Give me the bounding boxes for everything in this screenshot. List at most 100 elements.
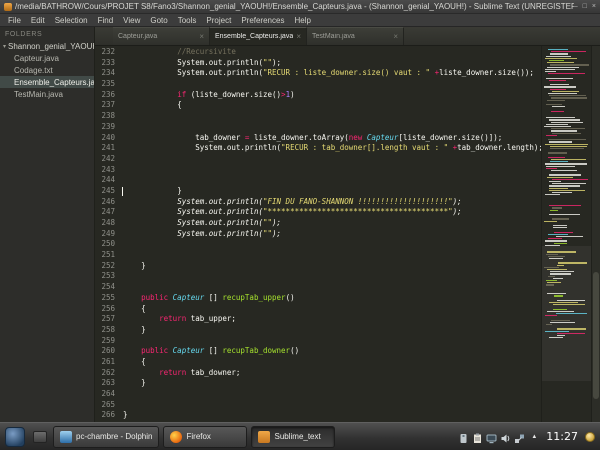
code-line[interactable]: 252 } (95, 261, 541, 272)
minimap-code-line (551, 159, 587, 160)
code-line[interactable]: 264 (95, 389, 541, 400)
menu-edit[interactable]: Edit (26, 16, 50, 25)
code-line[interactable]: 251 (95, 250, 541, 261)
editor: 232 //Recursivite233 System.out.println(… (95, 46, 600, 422)
tab-close-icon[interactable]: × (296, 32, 301, 41)
code-line[interactable]: 234 System.out.println("RECUR : liste_do… (95, 68, 541, 79)
code-line[interactable]: 235 (95, 79, 541, 90)
code-text: } (115, 186, 182, 197)
code-text (115, 111, 123, 122)
taskbar: pc-chambre - DolphinFirefoxSublime_text … (0, 422, 600, 450)
sidebar-item-codage-txt[interactable]: Codage.txt (0, 64, 94, 76)
code-line[interactable]: 258 } (95, 325, 541, 336)
show-desktop-button[interactable] (31, 426, 49, 448)
minimap-code-line (545, 69, 575, 70)
task-sublime-text[interactable]: Sublime_text (251, 426, 335, 448)
sidebar-root-folder[interactable]: ▾ Shannon_genial_YAOUH! (0, 41, 94, 52)
tray-icons (458, 431, 525, 442)
root-folder-label: Shannon_genial_YAOUH! (8, 42, 95, 51)
minimize-icon[interactable]: – (574, 3, 578, 11)
code-line[interactable]: 257 return tab_upper; (95, 314, 541, 325)
code-line[interactable]: 259 (95, 336, 541, 347)
scrollbar-thumb[interactable] (593, 272, 599, 400)
minimap-code-line (547, 177, 574, 178)
task-pc-chambre-dolphin[interactable]: pc-chambre - Dolphin (53, 426, 159, 448)
code-line[interactable]: 243 (95, 165, 541, 176)
menu-file[interactable]: File (3, 16, 26, 25)
code-line[interactable]: 246 System.out.println("FIN DU FANO-SHAN… (95, 197, 541, 208)
menu-project[interactable]: Project (201, 16, 236, 25)
code-line[interactable]: 236 if (liste_downer.size()>1) (95, 90, 541, 101)
tray-expander-icon[interactable]: ▲ (529, 434, 539, 440)
tab-ensemble-capteurs-java[interactable]: Ensemble_Capteurs.java× (210, 27, 307, 45)
code-line[interactable]: 244 (95, 175, 541, 186)
code-line[interactable]: 247 System.out.println("****************… (95, 207, 541, 218)
maximize-icon[interactable]: □ (583, 3, 587, 11)
code-line[interactable]: 248 System.out.println(""); (95, 218, 541, 229)
code-line[interactable]: 245 } (95, 186, 541, 197)
code-line[interactable]: 237 { (95, 100, 541, 111)
code-line[interactable]: 263 } (95, 378, 541, 389)
code-line[interactable]: 266} (95, 410, 541, 421)
sidebar-item-ensemble-capteurs-java[interactable]: Ensemble_Capteurs.java (0, 76, 94, 88)
tab-close-icon[interactable]: × (199, 32, 204, 41)
code-line[interactable]: 249 System.out.println(""); (95, 229, 541, 240)
device-notifier-icon[interactable] (458, 431, 469, 442)
code-line[interactable]: 254 (95, 282, 541, 293)
task-firefox[interactable]: Firefox (163, 426, 247, 448)
menu-selection[interactable]: Selection (50, 16, 93, 25)
menu-preferences[interactable]: Preferences (236, 16, 289, 25)
line-number: 253 (95, 271, 115, 282)
menu-goto[interactable]: Goto (145, 16, 172, 25)
menu-view[interactable]: View (118, 16, 145, 25)
tab-testmain-java[interactable]: TestMain.java× (307, 27, 404, 45)
code-area[interactable]: 232 //Recursivite233 System.out.println(… (95, 46, 541, 422)
menu-find[interactable]: Find (93, 16, 119, 25)
code-line[interactable]: 250 (95, 239, 541, 250)
sidebar-item-capteur-java[interactable]: Capteur.java (0, 52, 94, 64)
code-line[interactable]: 242 (95, 154, 541, 165)
tabbar: Capteur.java×Ensemble_Capteurs.java×Test… (95, 27, 600, 46)
code-line[interactable]: 262 return tab_downer; (95, 368, 541, 379)
minimap-code-line (547, 251, 577, 252)
minimap-code-line (545, 163, 587, 164)
panel-cashew-icon[interactable] (585, 432, 595, 442)
line-number: 254 (95, 282, 115, 293)
minimap-code-line (551, 122, 583, 123)
code-line[interactable]: 253 (95, 271, 541, 282)
menu-tools[interactable]: Tools (173, 16, 202, 25)
minimap-code-line (546, 78, 573, 79)
text-caret (122, 187, 123, 196)
tab-capteur-java[interactable]: Capteur.java× (113, 27, 210, 45)
tab-close-icon[interactable]: × (393, 32, 398, 41)
code-line[interactable]: 255 public Capteur [] recupTab_upper() (95, 293, 541, 304)
minimap-code-line (557, 335, 565, 336)
start-menu-button[interactable] (3, 425, 27, 449)
display-icon[interactable] (486, 431, 497, 442)
taskbar-tasks: pc-chambre - DolphinFirefoxSublime_text (53, 426, 335, 448)
clock[interactable]: 11:27 (543, 430, 581, 443)
code-line[interactable]: 260 public Capteur [] recupTab_downer() (95, 346, 541, 357)
code-line[interactable]: 232 //Recursivite (95, 47, 541, 58)
menu-help[interactable]: Help (289, 16, 315, 25)
close-icon[interactable]: × (592, 3, 596, 11)
code-line[interactable]: 241 System.out.println("RECUR : tab_down… (95, 143, 541, 154)
minimap[interactable] (541, 46, 591, 422)
code-line[interactable]: 240 tab_downer = liste_downer.toArray(ne… (95, 133, 541, 144)
code-line[interactable]: 265 (95, 400, 541, 411)
code-line[interactable]: 256 { (95, 304, 541, 315)
volume-icon[interactable] (500, 431, 511, 442)
code-line[interactable]: 261 { (95, 357, 541, 368)
minimap-code-line (549, 95, 586, 96)
code-line[interactable]: 238 (95, 111, 541, 122)
sidebar-item-testmain-java[interactable]: TestMain.java (0, 88, 94, 100)
code-line[interactable]: 233 System.out.println(""); (95, 58, 541, 69)
network-icon[interactable] (514, 431, 525, 442)
vertical-scrollbar[interactable] (591, 46, 600, 422)
minimap-code-line (548, 238, 562, 239)
klipper-icon[interactable] (472, 431, 483, 442)
minimap-code-line (546, 117, 575, 118)
app-icon (4, 3, 12, 11)
code-text: } (115, 261, 146, 272)
code-line[interactable]: 239 (95, 122, 541, 133)
